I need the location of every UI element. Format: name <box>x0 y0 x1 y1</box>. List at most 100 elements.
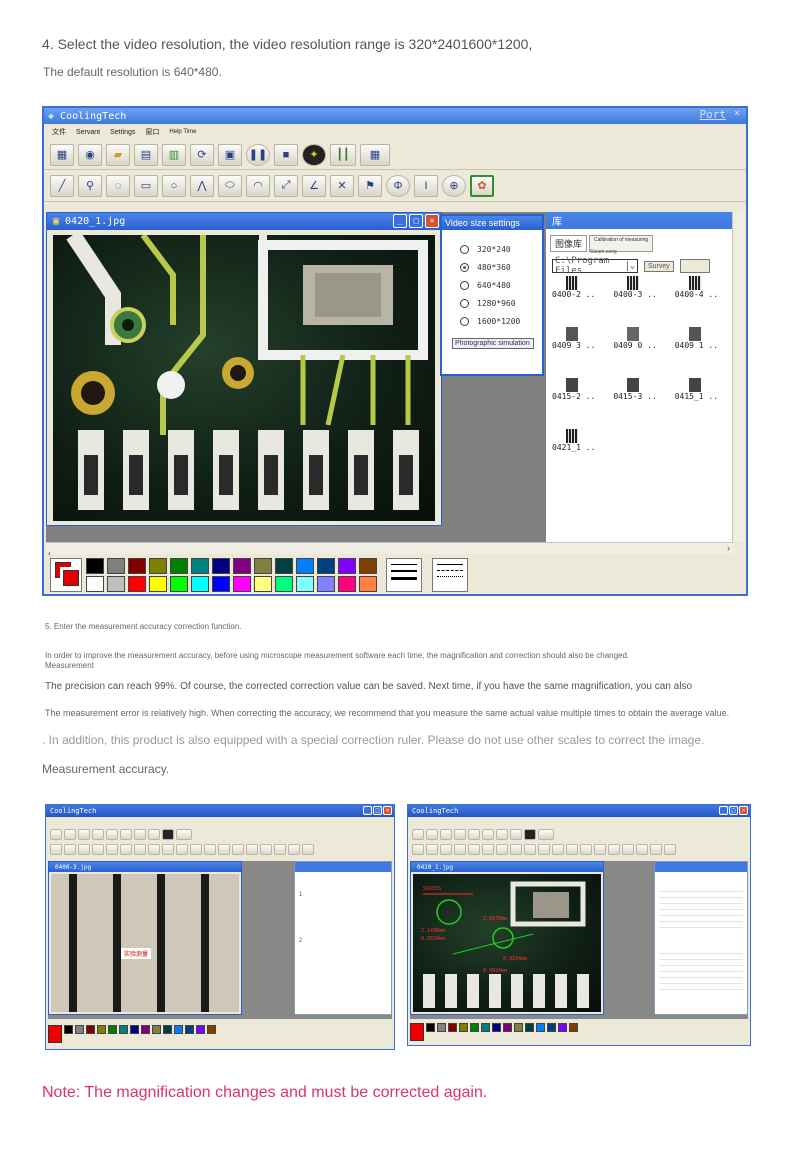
color-swatch[interactable] <box>86 558 104 574</box>
color-swatch[interactable] <box>86 1025 95 1034</box>
folder-icon[interactable]: ▰ <box>106 143 130 166</box>
radio-button[interactable] <box>460 280 469 290</box>
toolbar-button[interactable] <box>176 829 192 840</box>
toolbar-button[interactable] <box>440 829 452 840</box>
toolbar-button[interactable] <box>566 844 578 855</box>
radio-button[interactable] <box>460 244 469 254</box>
settings-icon[interactable]: ✦ <box>302 143 326 166</box>
toolbar-button[interactable] <box>552 844 564 855</box>
toolbar-button[interactable] <box>510 829 522 840</box>
zoom-tool-icon[interactable]: ⚲ <box>78 174 102 197</box>
toolbar-button[interactable] <box>594 844 606 855</box>
color-swatch[interactable] <box>233 558 251 574</box>
toolbar-button[interactable] <box>482 844 494 855</box>
save-icon[interactable]: ▣ <box>218 143 242 166</box>
toolbar-button[interactable] <box>524 844 536 855</box>
toolbar-button[interactable] <box>190 844 202 855</box>
color-swatch[interactable] <box>525 1023 534 1032</box>
color-swatch[interactable] <box>207 1025 216 1034</box>
measure-tool-icon[interactable]: ⤢ <box>274 174 298 197</box>
toolbar-button[interactable] <box>412 844 424 855</box>
toolbar-button[interactable] <box>496 844 508 855</box>
toolbar-button[interactable] <box>454 829 466 840</box>
tab-image-library[interactable]: 图像库 <box>550 235 588 252</box>
color-swatch[interactable] <box>275 576 293 592</box>
color-swatch[interactable] <box>212 576 230 592</box>
stop-icon[interactable]: ■ <box>274 143 298 166</box>
color-swatch[interactable] <box>317 576 335 592</box>
maximize-icon[interactable]: □ <box>373 806 382 815</box>
scroll-left-icon[interactable]: ‹ <box>46 548 51 558</box>
menu-window[interactable]: 窗口 <box>145 127 159 137</box>
toolbar-button[interactable] <box>608 844 620 855</box>
toolbar-button[interactable] <box>246 844 258 855</box>
polyline-tool-icon[interactable]: ⋀ <box>190 174 214 197</box>
toolbar-button[interactable] <box>302 844 314 855</box>
toolbar-button[interactable] <box>176 844 188 855</box>
color-swatch[interactable] <box>97 1025 106 1034</box>
cross-tool-icon[interactable]: ✕ <box>330 174 354 197</box>
color-swatch[interactable] <box>128 558 146 574</box>
ruler-icon[interactable]: ┃┃ <box>330 143 356 166</box>
export-icon[interactable]: ▥ <box>162 143 186 166</box>
toolbar-button[interactable] <box>92 829 104 840</box>
toolbar-button[interactable] <box>636 844 648 855</box>
grid-icon[interactable]: ▦ <box>360 143 390 166</box>
color-swatch[interactable] <box>492 1023 501 1032</box>
maximize-icon[interactable]: □ <box>729 806 738 815</box>
resolution-option-1280[interactable]: 1280*960 <box>460 294 542 312</box>
toolbar-button[interactable] <box>412 829 424 840</box>
chevron-down-icon[interactable]: ⌄ <box>626 261 637 271</box>
maximize-icon[interactable]: □ <box>409 214 423 228</box>
thumbnail-item[interactable]: 0400-4 .. <box>675 276 718 299</box>
text-tool-icon[interactable]: I <box>414 174 438 197</box>
minimize-icon[interactable]: _ <box>719 806 728 815</box>
color-swatch[interactable] <box>254 558 272 574</box>
pause-icon[interactable]: ❚❚ <box>246 143 270 166</box>
image-icon[interactable]: ▤ <box>134 143 158 166</box>
color-swatch[interactable] <box>437 1023 446 1032</box>
toolbar-button[interactable] <box>260 844 272 855</box>
toolbar-button[interactable] <box>50 829 62 840</box>
refresh-icon[interactable]: ⟳ <box>190 143 214 166</box>
color-swatch[interactable] <box>338 576 356 592</box>
thumbnail-item[interactable]: 0409 1 .. <box>675 327 718 350</box>
ellipse-tool-icon[interactable]: ⬭ <box>218 174 242 197</box>
toolbar-button[interactable] <box>288 844 300 855</box>
compass-tool-icon[interactable]: ⊕ <box>442 174 466 197</box>
toolbar-button[interactable] <box>106 829 118 840</box>
color-swatch[interactable] <box>119 1025 128 1034</box>
toolbar-button[interactable] <box>440 844 452 855</box>
color-swatch[interactable] <box>254 576 272 592</box>
toolbar-button[interactable] <box>622 844 634 855</box>
port-label[interactable]: Port <box>700 108 727 121</box>
toolbar-button[interactable] <box>538 844 550 855</box>
workspace-hscrollbar[interactable]: ‹ › <box>46 542 734 558</box>
color-swatch[interactable] <box>481 1023 490 1032</box>
toolbar-button[interactable] <box>120 829 132 840</box>
menu-help[interactable]: Help Time <box>169 129 196 135</box>
resolution-option-1600[interactable]: 1600*1200 <box>460 312 542 330</box>
toolbar-button[interactable] <box>538 829 554 840</box>
scroll-right-icon[interactable]: › <box>727 543 730 553</box>
toolbar-button[interactable] <box>664 844 676 855</box>
toolbar-button[interactable] <box>274 844 286 855</box>
color-swatch[interactable] <box>170 558 188 574</box>
color-swatch[interactable] <box>128 576 146 592</box>
toolbar-button[interactable] <box>468 829 480 840</box>
current-color-swatch[interactable] <box>410 1023 424 1041</box>
close-icon[interactable]: × <box>734 108 740 119</box>
color-swatch[interactable] <box>426 1023 435 1032</box>
camera-icon[interactable]: ◉ <box>78 143 102 166</box>
thumbnail-item[interactable]: 0415_1 .. <box>675 378 718 401</box>
color-swatch[interactable] <box>163 1025 172 1034</box>
color-swatch[interactable] <box>107 558 125 574</box>
color-swatch[interactable] <box>503 1023 512 1032</box>
toolbar-button[interactable] <box>134 844 146 855</box>
color-swatch[interactable] <box>547 1023 556 1032</box>
toolbar-button[interactable] <box>162 829 174 840</box>
color-swatch[interactable] <box>359 576 377 592</box>
thumbnail-item[interactable]: 0400-2 .. <box>552 276 595 299</box>
library-action-button[interactable] <box>679 259 710 273</box>
color-swatch[interactable] <box>536 1023 545 1032</box>
